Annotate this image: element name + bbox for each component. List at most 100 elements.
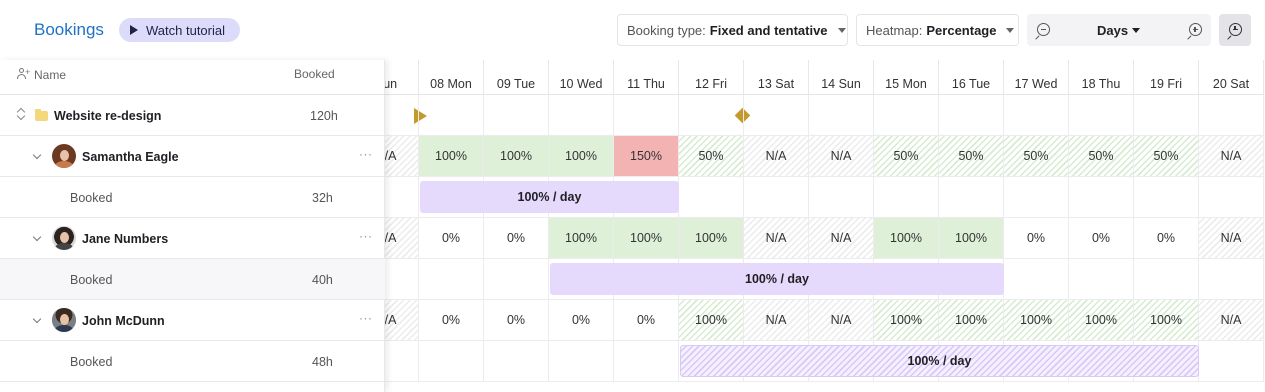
booking-day-cell[interactable] — [1199, 259, 1264, 300]
project-day-cell[interactable] — [939, 95, 1004, 136]
booking-day-cell[interactable] — [419, 259, 484, 300]
booking-day-cell[interactable] — [939, 177, 1004, 218]
project-row[interactable]: Website re-design 120h — [0, 95, 385, 136]
heatmap-cell[interactable]: 100% — [1004, 300, 1069, 341]
heatmap-cell[interactable]: 0% — [419, 218, 484, 259]
project-day-cell[interactable] — [679, 95, 744, 136]
heatmap-cell[interactable]: 50% — [679, 136, 744, 177]
heatmap-cell[interactable]: N/A — [809, 300, 874, 341]
booking-day-cell[interactable] — [1199, 341, 1264, 382]
project-day-cell[interactable] — [1004, 95, 1069, 136]
heatmap-cell[interactable]: 100% — [939, 218, 1004, 259]
heatmap-cell[interactable]: 50% — [1134, 136, 1199, 177]
heatmap-cell[interactable]: 100% — [939, 300, 1004, 341]
more-options-icon[interactable]: ··· — [359, 147, 373, 161]
person-row[interactable]: Jane Numbers ··· — [0, 218, 385, 259]
more-options-icon[interactable]: ··· — [359, 229, 373, 243]
heatmap-cell[interactable]: 100% — [874, 300, 939, 341]
chevron-down-icon[interactable] — [32, 232, 42, 242]
comments-button[interactable] — [1219, 14, 1251, 46]
booking-day-cell[interactable] — [679, 177, 744, 218]
heatmap-cell[interactable]: 0% — [614, 300, 679, 341]
heatmap-cell[interactable]: 50% — [1069, 136, 1134, 177]
add-person-icon[interactable]: + — [17, 68, 30, 79]
heatmap-cell[interactable]: 0% — [419, 300, 484, 341]
zoom-out-icon[interactable] — [1037, 23, 1050, 36]
booking-day-cell[interactable] — [874, 177, 939, 218]
heatmap-cell[interactable]: 150% — [614, 136, 679, 177]
person-row[interactable]: John McDunn ··· — [0, 300, 385, 341]
heatmap-cell[interactable]: 100% — [679, 300, 744, 341]
booking-bar[interactable]: 100% / day — [420, 181, 679, 213]
booking-bar[interactable]: 100% / day — [680, 345, 1199, 377]
heatmap-cell[interactable]: N/A — [1199, 136, 1264, 177]
expand-collapse-icon[interactable] — [17, 107, 25, 121]
heatmap-cell[interactable]: N/A — [1199, 300, 1264, 341]
heatmap-cell[interactable]: 0% — [1134, 218, 1199, 259]
heatmap-cell[interactable]: 100% — [549, 218, 614, 259]
project-day-cell[interactable] — [1069, 95, 1134, 136]
heatmap-cell[interactable]: N/A — [744, 300, 809, 341]
chevron-down-icon[interactable] — [32, 150, 42, 160]
project-day-cell[interactable] — [874, 95, 939, 136]
booking-day-cell[interactable] — [484, 341, 549, 382]
project-day-cell[interactable] — [744, 95, 809, 136]
booking-day-cell[interactable] — [1069, 177, 1134, 218]
booked-label: Booked — [70, 191, 113, 205]
booking-day-cell[interactable] — [419, 341, 484, 382]
heatmap-select[interactable]: Heatmap: Percentage — [856, 14, 1019, 46]
heatmap-cell[interactable]: N/A — [744, 218, 809, 259]
person-booked-row: Booked 40h — [0, 259, 385, 300]
heatmap-cell[interactable]: 50% — [939, 136, 1004, 177]
booking-day-cell[interactable] — [549, 341, 614, 382]
booking-day-cell[interactable] — [1134, 177, 1199, 218]
heatmap-cell[interactable]: 100% — [679, 218, 744, 259]
booking-day-cell[interactable] — [1134, 259, 1199, 300]
heatmap-cell[interactable]: N/A — [1199, 218, 1264, 259]
heatmap-cell[interactable]: 0% — [484, 218, 549, 259]
booking-day-cell[interactable] — [1199, 177, 1264, 218]
more-options-icon[interactable]: ··· — [359, 311, 373, 325]
zoom-in-icon[interactable] — [1189, 23, 1202, 36]
heatmap-cell[interactable]: 100% — [1069, 300, 1134, 341]
project-day-cell[interactable] — [809, 95, 874, 136]
booking-type-select[interactable]: Booking type: Fixed and tentative — [617, 14, 848, 46]
project-day-cell[interactable] — [614, 95, 679, 136]
heatmap-cell[interactable]: 0% — [484, 300, 549, 341]
booking-day-cell[interactable] — [614, 341, 679, 382]
heatmap-cell[interactable]: 0% — [1004, 218, 1069, 259]
person-row[interactable]: Samantha Eagle ··· — [0, 136, 385, 177]
heatmap-cell[interactable]: 0% — [1069, 218, 1134, 259]
day-header: 14 Sun — [809, 60, 874, 95]
zoom-level-select[interactable]: Days — [1097, 23, 1141, 38]
heatmap-cell[interactable]: 100% — [419, 136, 484, 177]
booking-day-cell[interactable] — [1004, 177, 1069, 218]
booking-day-cell[interactable] — [484, 259, 549, 300]
project-day-cell[interactable] — [484, 95, 549, 136]
booking-day-cell[interactable] — [809, 177, 874, 218]
project-day-cell[interactable] — [549, 95, 614, 136]
heatmap-cell[interactable]: N/A — [744, 136, 809, 177]
project-day-cell[interactable] — [1199, 95, 1264, 136]
booking-day-cell[interactable] — [744, 177, 809, 218]
chevron-down-icon[interactable] — [32, 314, 42, 324]
heatmap-cell[interactable]: 0% — [549, 300, 614, 341]
heatmap-cell[interactable]: 100% — [1134, 300, 1199, 341]
heatmap-cell[interactable]: 50% — [874, 136, 939, 177]
column-header-booked[interactable]: Booked — [294, 67, 335, 81]
heatmap-cell[interactable]: 100% — [549, 136, 614, 177]
heatmap-cell[interactable]: N/A — [809, 136, 874, 177]
watch-tutorial-button[interactable]: Watch tutorial — [119, 18, 240, 42]
booking-bar[interactable]: 100% / day — [550, 263, 1004, 295]
project-day-cell[interactable] — [419, 95, 484, 136]
heatmap-cell[interactable]: 100% — [614, 218, 679, 259]
booking-day-cell[interactable] — [1004, 259, 1069, 300]
toolbar: Bookings Watch tutorial Booking type: Fi… — [0, 0, 1265, 60]
heatmap-cell[interactable]: 50% — [1004, 136, 1069, 177]
column-header-name[interactable]: Name — [34, 68, 66, 82]
project-day-cell[interactable] — [1134, 95, 1199, 136]
booking-day-cell[interactable] — [1069, 259, 1134, 300]
heatmap-cell[interactable]: N/A — [809, 218, 874, 259]
heatmap-cell[interactable]: 100% — [874, 218, 939, 259]
heatmap-cell[interactable]: 100% — [484, 136, 549, 177]
